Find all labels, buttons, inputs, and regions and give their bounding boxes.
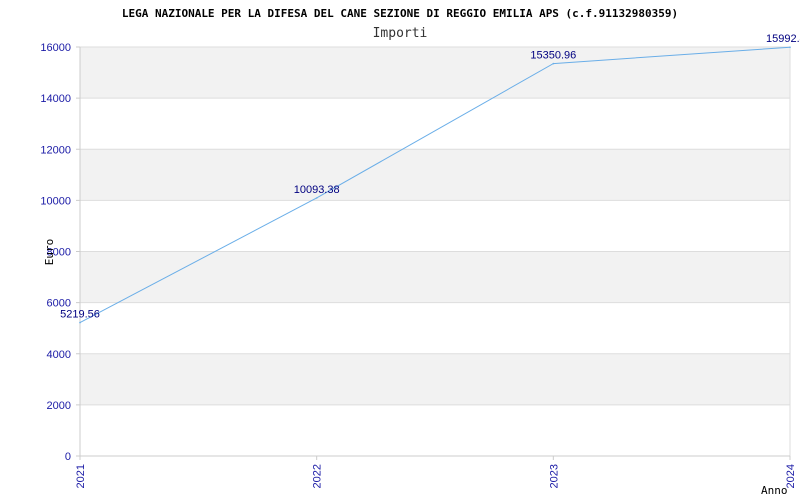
x-axis-ticks: 2021 2022 2023 2024: [75, 456, 797, 488]
plot-band: [80, 251, 790, 303]
data-label: 15992.4: [766, 33, 800, 45]
y-tick-label: 2000: [47, 400, 71, 412]
data-point: [552, 62, 555, 65]
x-tick-label: 2022: [312, 464, 324, 488]
x-tick-label: 2021: [75, 464, 87, 488]
data-point: [79, 321, 81, 324]
y-tick-label: 0: [65, 451, 71, 463]
y-tick-label: 16000: [40, 42, 71, 54]
data-label: 10093.38: [294, 184, 340, 196]
line-chart: LEGA NAZIONALE PER LA DIFESA DEL CANE SE…: [40, 7, 800, 497]
y-tick-label: 14000: [40, 93, 71, 105]
chart-title: LEGA NAZIONALE PER LA DIFESA DEL CANE SE…: [122, 7, 678, 20]
plot-band: [80, 404, 790, 456]
plot-band: [80, 302, 790, 354]
data-point: [315, 197, 318, 199]
plot-band: [80, 98, 790, 150]
y-tick-label: 12000: [40, 144, 71, 156]
plot-band: [80, 200, 790, 252]
plot-band: [80, 149, 790, 201]
x-axis-label: Anno: [761, 484, 788, 497]
data-label: 15350.96: [530, 50, 576, 62]
y-tick-label: 10000: [40, 195, 71, 207]
y-tick-label: 4000: [47, 349, 71, 361]
chart-subtitle: Importi: [373, 26, 428, 41]
plot-band: [80, 353, 790, 405]
data-label: 5219.56: [60, 309, 100, 321]
data-point: [789, 46, 791, 48]
y-axis-label: Euro: [43, 239, 56, 266]
x-tick-label: 2023: [548, 464, 560, 488]
